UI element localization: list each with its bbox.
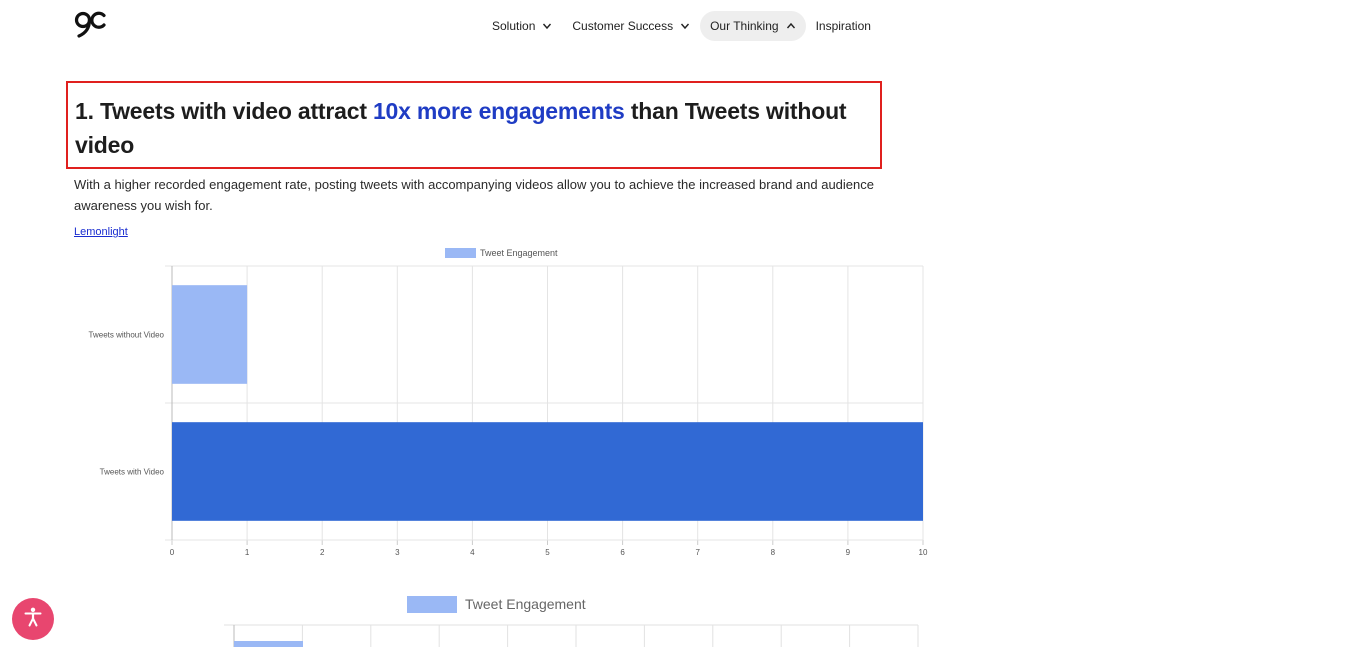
x-tick-label: 9 — [846, 548, 851, 557]
y-category-label: Tweets with Video — [100, 468, 165, 477]
nav-item-label: Solution — [492, 19, 536, 33]
article-heading: 1. Tweets with video attract 10x more en… — [75, 94, 875, 162]
legend-label: Tweet Engagement — [480, 248, 558, 258]
legend-swatch — [407, 596, 457, 613]
y-category-label: Tweets without Video — [89, 331, 165, 340]
x-tick-label: 5 — [545, 548, 550, 557]
engagement-bar-chart: Tweet Engagement 0 1 2 3 4 5 6 7 8 9 10 Tweets witho… — [89, 248, 928, 557]
nav-item-customer-success[interactable]: Customer Success — [562, 11, 700, 41]
heading-highlight: 10x more engagements — [372, 98, 625, 124]
chevron-down-icon — [680, 21, 690, 31]
legend-swatch — [445, 248, 476, 258]
article-paragraph: With a higher recorded engagement rate, … — [74, 177, 874, 213]
nav-item-inspiration[interactable]: Inspiration — [806, 11, 881, 41]
nav-item-our-thinking[interactable]: Our Thinking — [700, 11, 806, 41]
x-tick-label: 3 — [395, 548, 400, 557]
x-tick-label: 8 — [771, 548, 776, 557]
heading-prefix: 1. Tweets with video attract — [75, 98, 373, 124]
main-nav: Solution Customer Success Our Thinking I… — [482, 11, 881, 41]
x-tick-label: 7 — [695, 548, 700, 557]
brand-logo-icon[interactable] — [74, 11, 108, 39]
source-link[interactable]: Lemonlight — [74, 226, 128, 238]
chevron-up-icon — [786, 21, 796, 31]
bar — [234, 641, 303, 647]
nav-item-label: Inspiration — [815, 19, 871, 33]
nav-item-label: Our Thinking — [710, 19, 779, 33]
accessibility-button[interactable] — [12, 598, 54, 640]
accessibility-icon — [22, 606, 44, 633]
x-tick-label: 10 — [919, 548, 928, 557]
nav-item-solution[interactable]: Solution — [482, 11, 562, 41]
bar — [172, 285, 248, 384]
nav-item-label: Customer Success — [572, 19, 674, 33]
x-tick-label: 1 — [245, 548, 250, 557]
x-tick-label: 0 — [170, 548, 175, 557]
bar — [172, 422, 923, 521]
engagement-bar-chart-2: Tweet Engagement — [224, 596, 919, 647]
chevron-down-icon — [542, 21, 552, 31]
x-tick-label: 6 — [620, 548, 625, 557]
x-tick-label: 2 — [320, 548, 325, 557]
x-tick-label: 4 — [470, 548, 475, 557]
legend-label: Tweet Engagement — [465, 596, 586, 612]
